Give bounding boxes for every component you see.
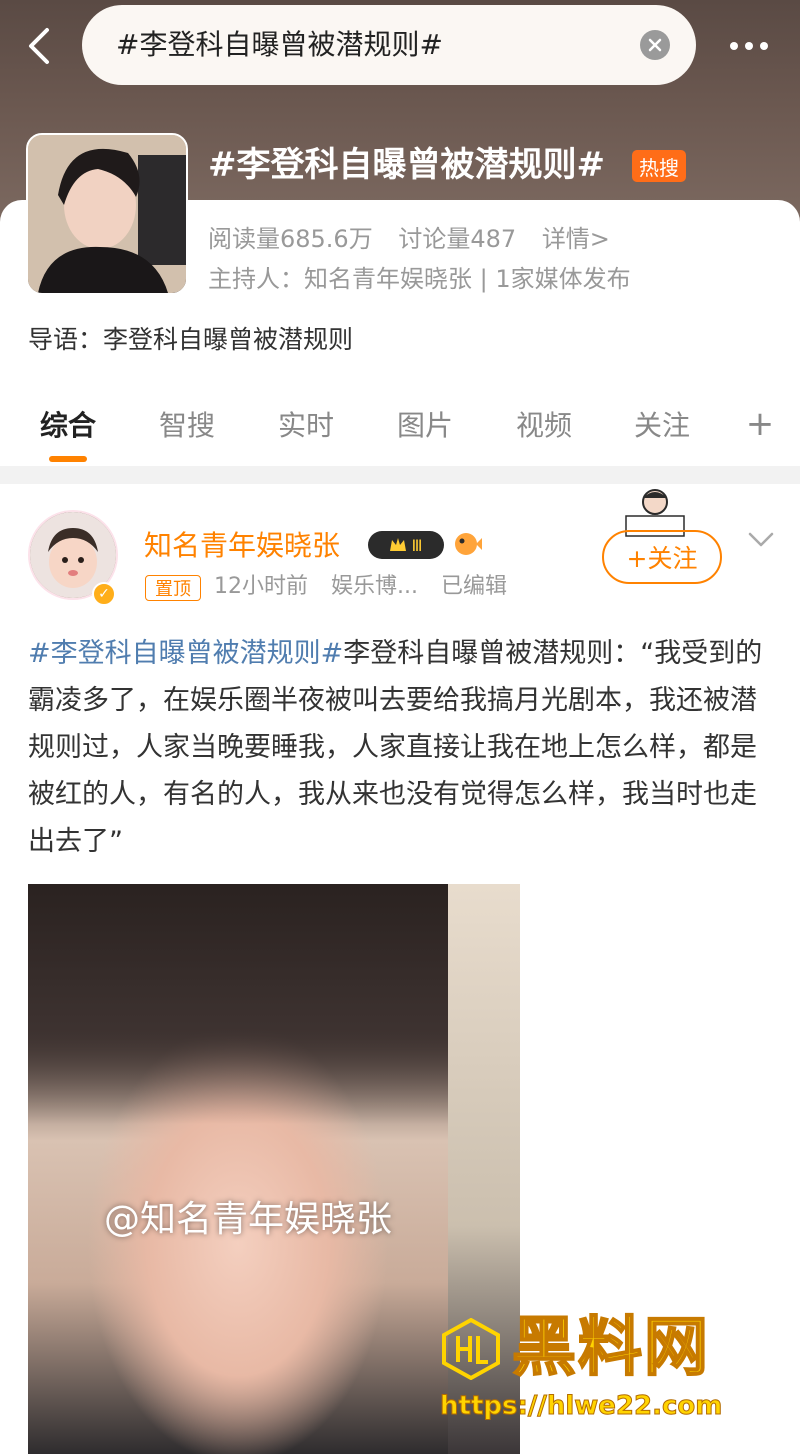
search-query: #李登科自曝曾被潜规则# xyxy=(116,28,443,61)
tab-smart-search[interactable]: 智搜 xyxy=(147,396,227,456)
topic-thumbnail[interactable] xyxy=(26,133,188,295)
tab-following[interactable]: 关注 xyxy=(622,396,702,456)
tab-bar: 综合 智搜 实时 图片 视频 关注 xyxy=(0,396,800,456)
post-time: 12小时前 xyxy=(214,574,308,599)
add-tab-button[interactable]: + xyxy=(740,404,780,444)
site-name: 黑料网 xyxy=(511,1310,710,1386)
tab-videos[interactable]: 视频 xyxy=(504,396,584,456)
site-url: https://hlwe22.com xyxy=(439,1391,723,1422)
site-logo-icon xyxy=(442,1318,500,1380)
chevron-left-icon xyxy=(29,28,49,64)
topic-title: #李登科自曝曾被潜规则# xyxy=(208,145,605,185)
back-button[interactable] xyxy=(18,24,62,68)
author-name[interactable]: 知名青年娱晓张 xyxy=(144,526,340,566)
post-content: 李登科自曝曾被潜规则：“我受到的霸凌多了，在娱乐圈半夜被叫去要给我搞月光剧本，我… xyxy=(28,638,763,857)
discussion-count: 讨论量487 xyxy=(398,225,517,253)
active-tab-indicator xyxy=(49,456,87,462)
topic-stats: 阅读量685.6万 讨论量487 详情> xyxy=(208,222,628,256)
edited-label[interactable]: 已编辑 xyxy=(441,574,507,599)
post-text: #李登科自曝曾被潜规则#李登科自曝曾被潜规则：“我受到的霸凌多了，在娱乐圈半夜被… xyxy=(28,630,776,865)
pufferfish-icon xyxy=(455,533,482,555)
verified-badge-icon: ✓ xyxy=(92,582,116,606)
post-source: 娱乐博... xyxy=(331,574,418,599)
dot-icon xyxy=(730,42,738,50)
post-hashtag-link[interactable]: #李登科自曝曾被潜规则# xyxy=(28,638,343,669)
topic-host[interactable]: 主持人：知名青年娱晓张 | 1家媒体发布 xyxy=(208,262,631,296)
dot-icon xyxy=(760,42,768,50)
search-input[interactable]: #李登科自曝曾被潜规则# xyxy=(82,5,696,85)
image-hair-region xyxy=(28,884,520,1124)
crown-icon xyxy=(390,538,407,551)
vip-level: Ⅲ xyxy=(411,535,423,555)
tab-images[interactable]: 图片 xyxy=(385,396,465,456)
close-icon xyxy=(648,38,662,52)
topic-intro: 导语：李登科自曝曾被潜规则 xyxy=(28,325,354,354)
more-options-button[interactable] xyxy=(722,24,776,68)
tab-realtime[interactable]: 实时 xyxy=(266,396,346,456)
person-photo-icon xyxy=(28,135,186,293)
vip-badge: Ⅲ xyxy=(368,531,444,559)
chevron-down-icon[interactable] xyxy=(744,526,778,554)
pinned-tag: 置顶 xyxy=(145,575,201,601)
image-watermark: @知名青年娱晓张 xyxy=(104,1199,393,1240)
dot-icon xyxy=(745,42,753,50)
details-link[interactable]: 详情> xyxy=(542,225,610,253)
follow-button[interactable]: +关注 xyxy=(602,530,722,584)
tab-comprehensive[interactable]: 综合 xyxy=(28,396,108,456)
read-count: 阅读量685.6万 xyxy=(208,225,373,253)
post-meta: 12小时前 娱乐博... 已编辑 xyxy=(214,570,523,604)
hot-badge: 热搜 xyxy=(632,150,686,182)
section-divider xyxy=(0,466,800,484)
clear-search-button[interactable] xyxy=(640,30,670,60)
